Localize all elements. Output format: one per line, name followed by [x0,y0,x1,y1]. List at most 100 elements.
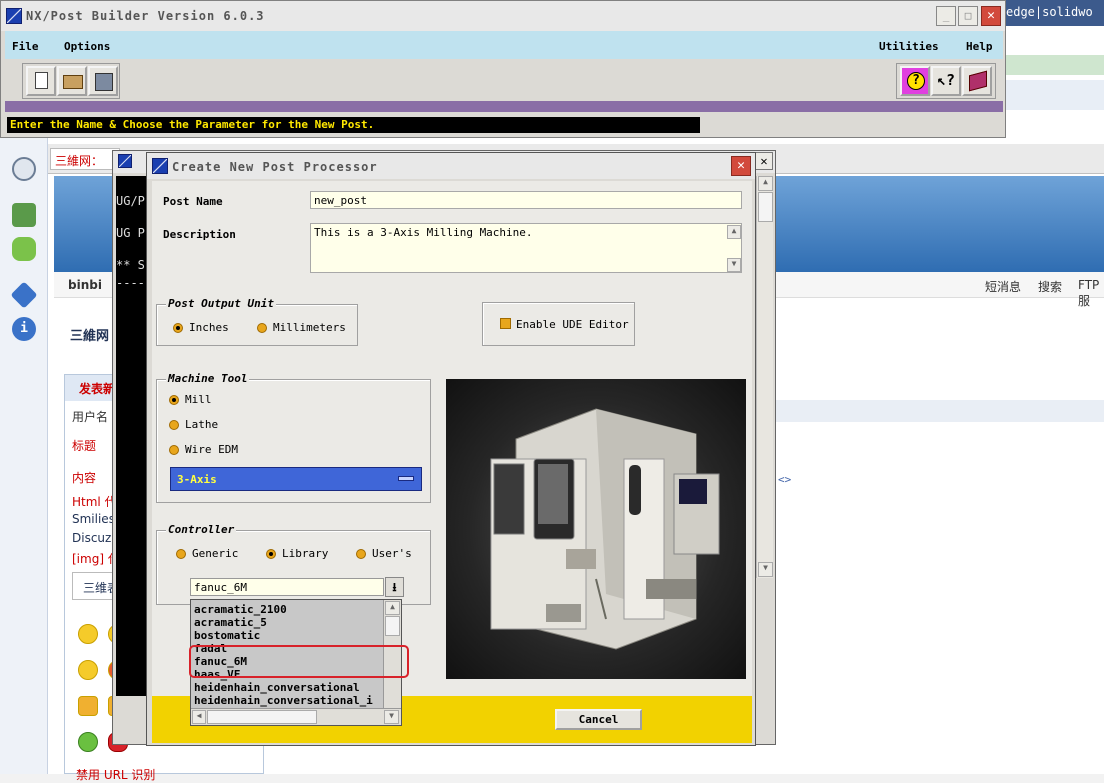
manual-button[interactable] [962,66,992,96]
machine-tool-title: Machine Tool [166,372,250,385]
background-browser-tab[interactable]: edge|solidwo [1004,0,1104,26]
list-item[interactable]: heidenhain_conversational [194,681,382,694]
radio-selected-icon [266,548,276,559]
help-button[interactable]: ? [900,66,930,96]
list-scroll-up-icon[interactable]: ▲ [385,601,400,615]
console-close-button[interactable]: ✕ [755,152,773,170]
desc-scroll-up-icon[interactable]: ▲ [727,225,741,239]
list-item[interactable]: heidenhain_conversational_i [194,694,382,707]
radio-generic[interactable]: Generic [176,547,238,560]
controller-combo-input[interactable]: fanuc_6M [190,578,384,596]
menu-utilities[interactable]: Utilities [879,40,939,53]
close-button[interactable]: ✕ [981,6,1001,26]
console-scrollbar[interactable]: ▲ ▼ [756,176,773,578]
console-logo-icon [118,154,132,168]
scroll-up-icon[interactable]: ▲ [758,176,773,191]
output-unit-title: Post Output Unit [166,297,276,310]
menu-options[interactable]: Options [64,40,110,53]
new-file-button[interactable] [26,66,56,96]
radio-label: Inches [189,321,229,334]
info-icon[interactable]: i [12,317,36,341]
console-line: ---- [116,276,145,290]
background-blue-strip [1004,80,1104,110]
download-arrow-icon: ⭳ [392,580,397,594]
post-name-input[interactable]: new_post [310,191,742,209]
form-label-content: 内容 [72,471,97,485]
description-textarea[interactable]: This is a 3-Axis Milling Machine. [310,223,742,273]
radio-label: User's [372,547,412,560]
disable-url-checkbox[interactable]: 禁用 URL 识别 [76,766,155,783]
thumbs-up-icon[interactable] [78,696,98,716]
console-scroll-thumb[interactable] [758,192,773,222]
minimize-button[interactable]: _ [936,6,956,26]
history-icon[interactable] [12,157,36,181]
radio-users[interactable]: User's [356,547,412,560]
context-help-icon: ↖? [937,71,956,89]
list-scroll-left-icon[interactable]: ◀ [192,710,206,724]
radio-unselected-icon [176,548,186,559]
dialog-close-button[interactable]: ✕ [731,156,751,176]
nx-menu-bar [5,31,1003,59]
post-name-label: Post Name [163,195,223,208]
dialog-title: Create New Post Processor [172,160,378,174]
extension-icon[interactable] [12,237,36,261]
download-icon[interactable] [12,203,36,227]
list-item[interactable]: bostomatic [194,629,382,642]
browser-tab-site[interactable]: 三維网： [50,148,120,170]
list-horizontal-scrollbar[interactable]: ◀ ▼ [191,708,401,725]
radio-lathe[interactable]: Lathe [169,418,218,431]
list-item[interactable]: acramatic_2100 [194,603,382,616]
radio-inches[interactable]: Inches [173,321,229,334]
list-scroll-down-icon[interactable]: ▼ [384,710,399,724]
axis-select[interactable]: 3-Axis [170,467,422,491]
nx-window-title: NX/Post Builder Version 6.0.3 [26,9,265,23]
console-line: UG P [116,226,145,240]
list-hscroll-thumb[interactable] [207,710,317,724]
menu-file[interactable]: File [12,40,39,53]
background-arrow-link[interactable]: <> [778,473,791,486]
cancel-button[interactable]: Cancel [555,709,642,730]
form-label-username: 用户名 [72,410,109,424]
ude-editor-label: Enable UDE Editor [516,318,629,331]
radio-selected-icon [173,322,183,333]
radio-millimeters[interactable]: Millimeters [257,321,346,334]
form-label-subject: 标题 [72,439,97,453]
nx-toolbar [5,59,1003,101]
browser-sidebar: i [0,137,48,774]
radio-label: Wire EDM [185,443,238,456]
milling-machine-icon [490,408,720,650]
ude-editor-checkbox[interactable] [500,318,511,329]
username-link[interactable]: binbi [68,278,102,292]
top-link-messages[interactable]: 短消息 [985,278,1021,295]
background-content-band [756,400,1104,422]
radio-label: Generic [192,547,239,560]
controller-title: Controller [166,523,237,536]
top-link-search[interactable]: 搜索 [1038,278,1062,295]
radio-label: Lathe [185,418,219,431]
list-item[interactable]: acramatic_5 [194,616,382,629]
top-link-ftp[interactable]: FTP服 [1078,278,1104,309]
scroll-down-icon[interactable]: ▼ [758,562,773,577]
list-scroll-thumb[interactable] [385,616,400,636]
site-breadcrumb-link[interactable]: 三維网 [70,325,109,344]
dialog-logo-icon [152,158,168,174]
desc-scroll-down-icon[interactable]: ▼ [727,258,741,272]
maximize-button[interactable]: □ [958,6,978,26]
radio-mill[interactable]: Mill [169,393,212,406]
menu-help[interactable]: Help [966,40,993,53]
radio-unselected-icon [169,419,179,430]
save-button[interactable] [88,66,118,96]
context-help-button[interactable]: ↖? [931,66,961,96]
combo-dropdown-button[interactable]: ⭳ [385,577,404,597]
radio-unselected-icon [169,444,179,455]
smiley-icon[interactable] [78,624,98,644]
laugh-smiley-icon[interactable] [78,660,98,680]
new-file-icon [35,72,48,89]
console-line: UG/P [116,194,145,208]
radio-wire-edm[interactable]: Wire EDM [169,443,238,456]
form-label-discuz: Discuz [72,531,112,545]
radio-library[interactable]: Library [266,547,328,560]
figure-icon[interactable] [78,732,98,752]
open-file-button[interactable] [57,66,87,96]
tools-icon[interactable] [10,281,38,309]
